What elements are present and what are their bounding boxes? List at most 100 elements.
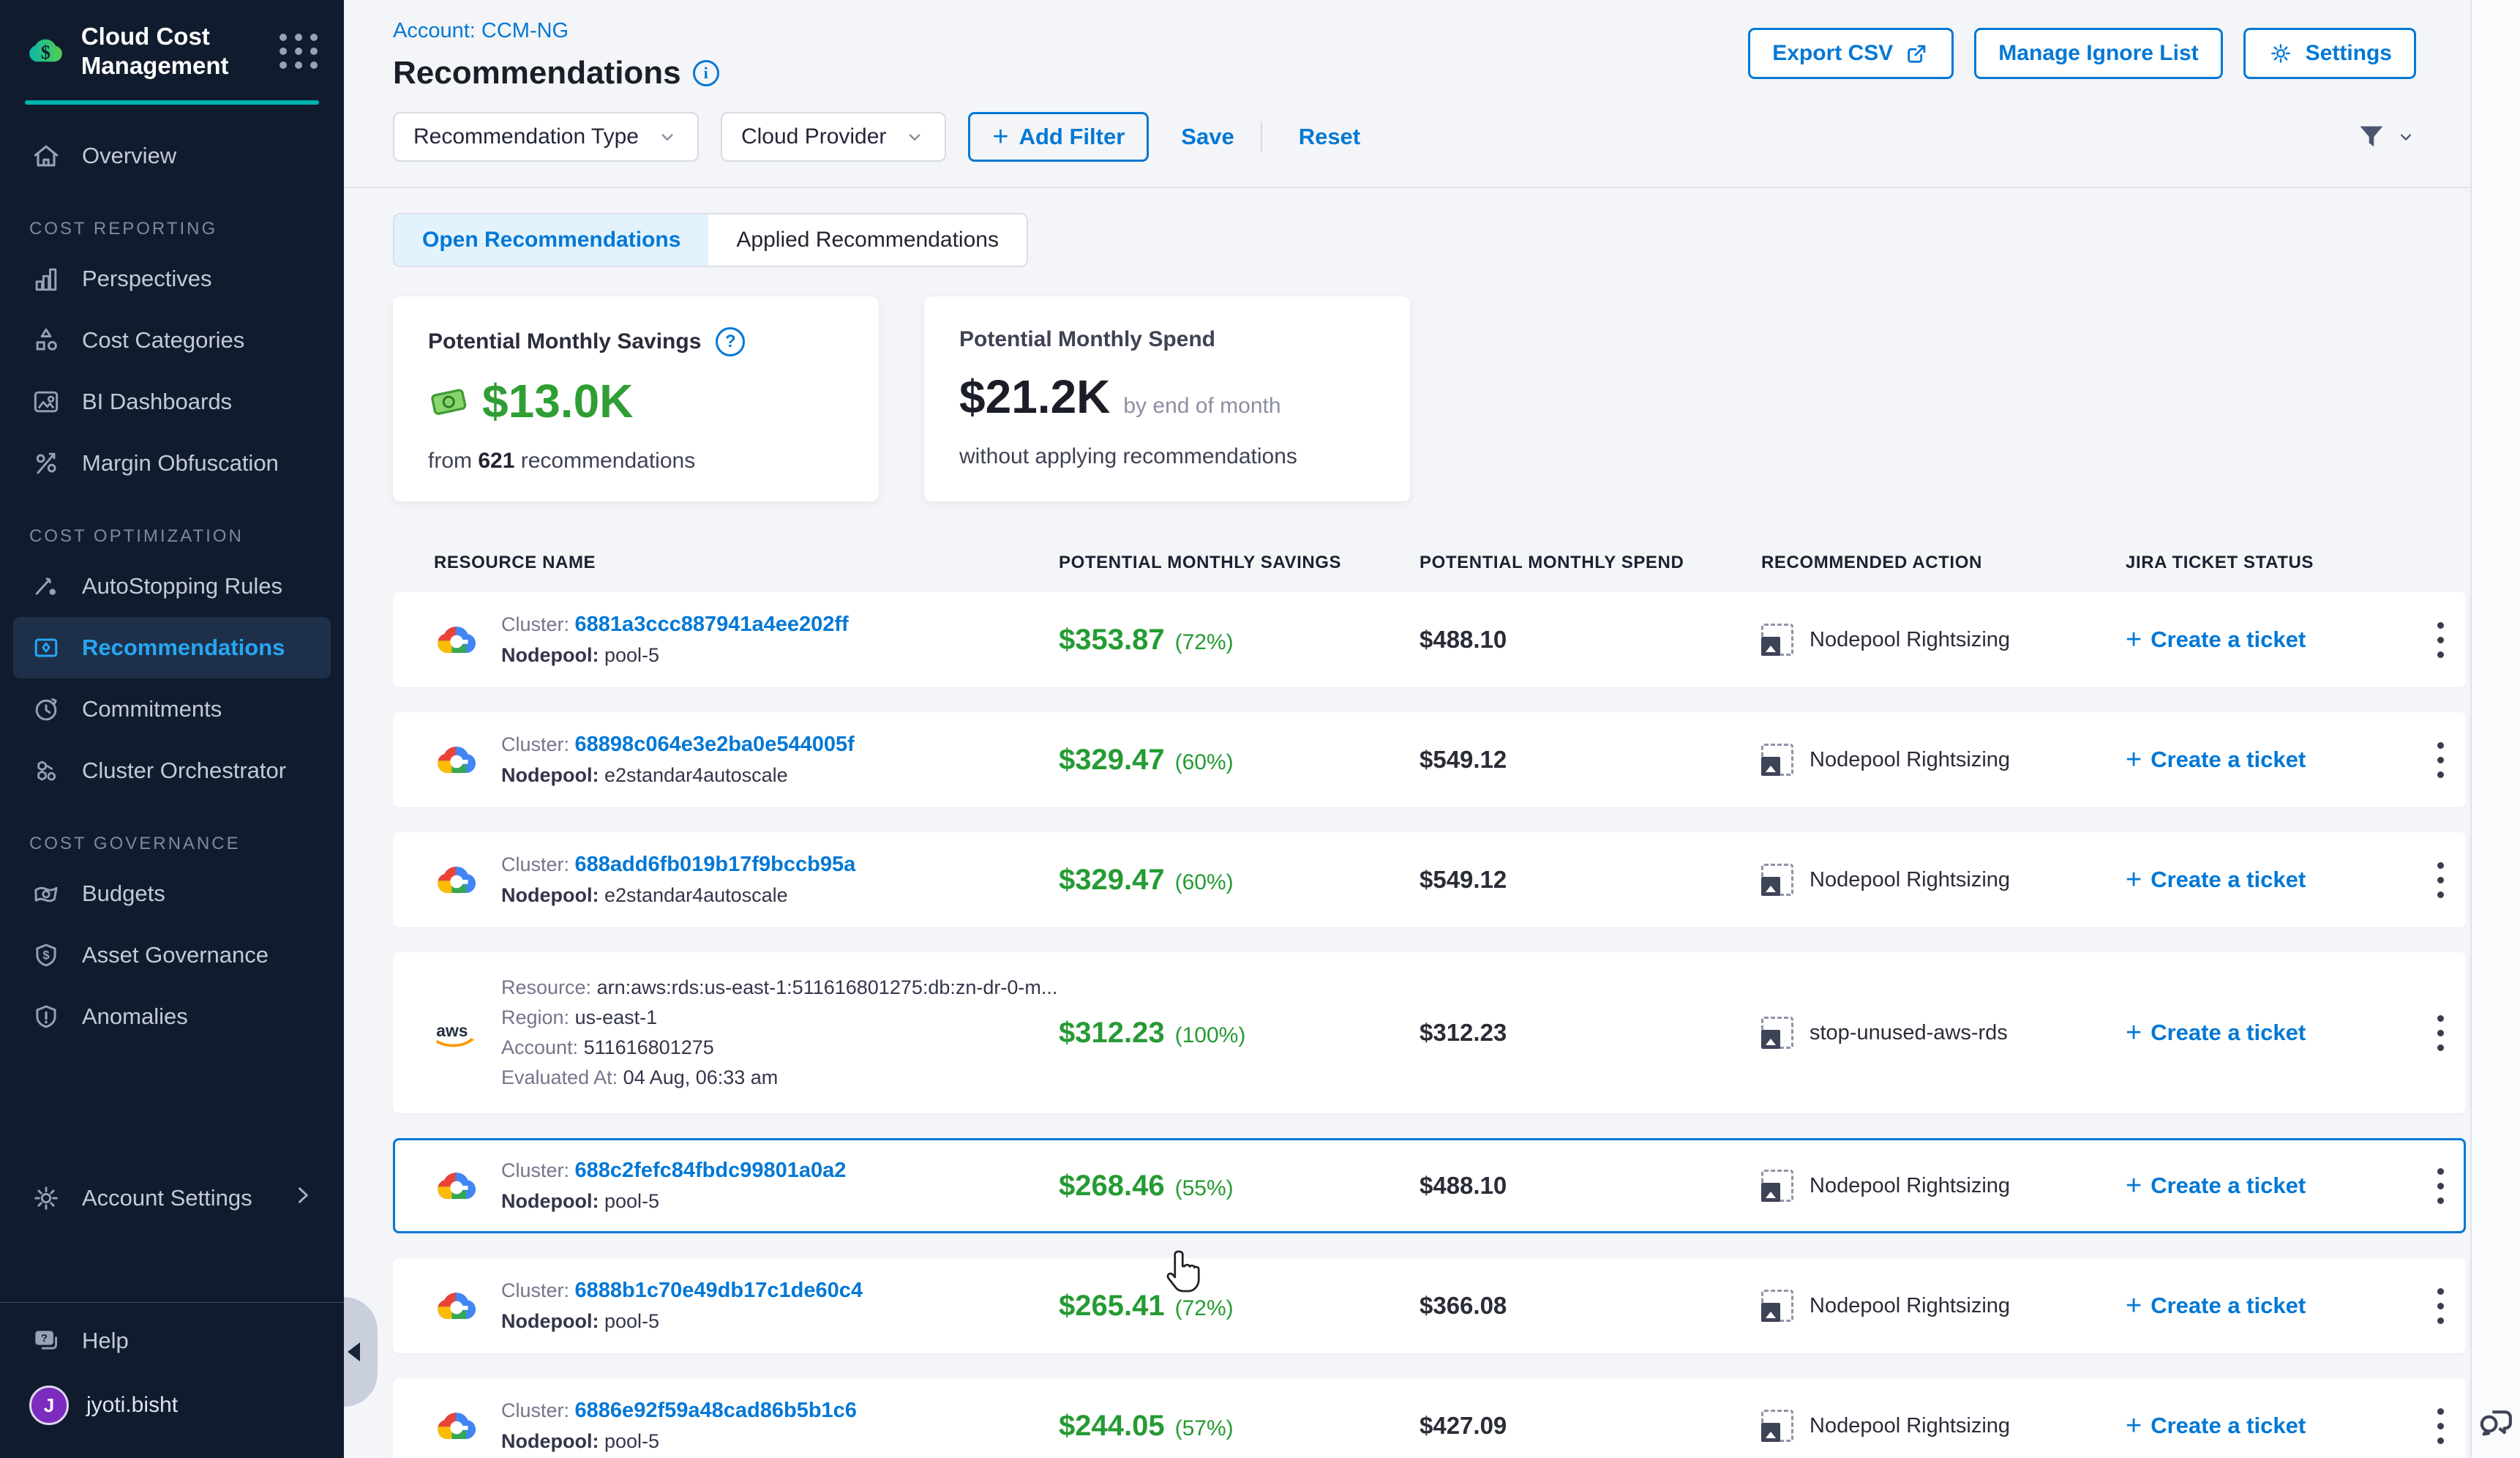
gcp-logo-icon: [434, 1403, 479, 1448]
row-menu-kebab-icon[interactable]: [2415, 862, 2466, 898]
info-icon[interactable]: i: [693, 60, 719, 86]
recommended-action: Nodepool Rightsizing: [1810, 868, 2010, 892]
sidebar-item-bi-dashboards[interactable]: BI Dashboards: [13, 371, 331, 433]
row-menu-kebab-icon[interactable]: [2415, 1408, 2466, 1444]
filter-bar: Recommendation Type Cloud Provider + Add…: [344, 112, 2470, 188]
recommendation-count: 621: [478, 449, 514, 473]
summary-cards: Potential Monthly Savings ? $13.0K from …: [393, 296, 2466, 501]
sidebar-bottom: Account Settings Help J jyoti.bisht: [0, 1167, 344, 1458]
user-menu[interactable]: J jyoti.bisht: [13, 1372, 331, 1439]
row-menu-kebab-icon[interactable]: [2415, 1015, 2466, 1051]
recommended-action: Nodepool Rightsizing: [1810, 1294, 2010, 1318]
sidebar-item-overview[interactable]: Overview: [13, 125, 331, 187]
gear-icon: [29, 1181, 63, 1215]
sidebar-item-asset-governance[interactable]: Asset Governance: [13, 924, 331, 986]
spend-value: $488.10: [1420, 1172, 1761, 1200]
nodepool-icon: [1761, 1170, 1793, 1202]
cluster-link[interactable]: 6888b1c70e49db17c1de60c4: [575, 1279, 863, 1302]
sidebar-item-recommendations[interactable]: Recommendations: [13, 617, 331, 678]
breadcrumb-account[interactable]: Account: CCM-NG: [393, 19, 719, 43]
add-filter-button[interactable]: + Add Filter: [968, 112, 1149, 162]
section-label-cost-optimization: COST OPTIMIZATION: [29, 526, 344, 547]
savings-value: $244.05: [1059, 1410, 1165, 1443]
reset-filter-link[interactable]: Reset: [1299, 124, 1360, 150]
table-row[interactable]: Cluster: 68898c064e3e2ba0e544005f Nodepo…: [393, 712, 2466, 807]
row-menu-kebab-icon[interactable]: [2415, 742, 2466, 778]
table-row[interactable]: Cluster: 688add6fb019b17f9bccb95a Nodepo…: [393, 832, 2466, 927]
sidebar-item-budgets[interactable]: Budgets: [13, 863, 331, 924]
clock-refresh-icon: [29, 692, 63, 726]
table-row[interactable]: Resource: arn:aws:rds:us-east-1:51161680…: [393, 952, 2466, 1113]
row-menu-kebab-icon[interactable]: [2415, 1168, 2466, 1204]
cluster-link[interactable]: 68898c064e3e2ba0e544005f: [575, 733, 855, 756]
gcp-logo-icon: [434, 1163, 479, 1208]
create-ticket-link[interactable]: +Create a ticket: [2126, 867, 2415, 893]
app-title: Cloud Cost Management: [81, 22, 263, 81]
sidebar-item-cost-categories[interactable]: Cost Categories: [13, 310, 331, 371]
save-filter-link[interactable]: Save: [1181, 124, 1234, 150]
cloud-cost-management-logo-icon: [26, 27, 65, 75]
recommendation-type-dropdown[interactable]: Recommendation Type: [393, 112, 699, 162]
sidebar-item-anomalies[interactable]: Anomalies: [13, 986, 331, 1047]
nodepool-icon: [1761, 1290, 1793, 1322]
sidebar-item-perspectives[interactable]: Perspectives: [13, 248, 331, 310]
funnel-icon: [2355, 120, 2388, 154]
table-row[interactable]: Cluster: 6886e92f59a48cad86b5b1c6 Nodepo…: [393, 1378, 2466, 1458]
gcp-logo-icon: [434, 617, 479, 662]
username: jyoti.bisht: [86, 1393, 178, 1418]
col-resource-name: RESOURCE NAME: [393, 553, 1059, 573]
potential-monthly-spend-card: Potential Monthly Spend $21.2K by end of…: [924, 296, 1410, 501]
cloud-provider-dropdown[interactable]: Cloud Provider: [721, 112, 946, 162]
create-ticket-link[interactable]: +Create a ticket: [2126, 1020, 2415, 1046]
sidebar-collapse-handle[interactable]: [344, 1297, 378, 1407]
create-ticket-link[interactable]: +Create a ticket: [2126, 1173, 2415, 1199]
filter-drawer-toggle[interactable]: [2355, 120, 2416, 154]
savings-value: $268.46: [1059, 1170, 1165, 1203]
create-ticket-link[interactable]: +Create a ticket: [2126, 1293, 2415, 1319]
app-switcher-grid-icon[interactable]: [280, 34, 319, 69]
question-icon[interactable]: ?: [716, 327, 745, 356]
table-row[interactable]: Cluster: 6888b1c70e49db17c1de60c4 Nodepo…: [393, 1258, 2466, 1353]
row-menu-kebab-icon[interactable]: [2415, 1288, 2466, 1324]
row-menu-kebab-icon[interactable]: [2415, 622, 2466, 658]
chevron-down-icon: [2396, 127, 2416, 147]
create-ticket-link[interactable]: +Create a ticket: [2126, 627, 2415, 653]
savings-percent: (60%): [1175, 870, 1234, 895]
create-ticket-link[interactable]: +Create a ticket: [2126, 1413, 2415, 1439]
nodepool-icon: [1761, 1410, 1793, 1442]
sidebar-item-margin-obfuscation[interactable]: Margin Obfuscation: [13, 433, 331, 494]
cluster-link[interactable]: 6881a3ccc887941a4ee202ff: [575, 613, 849, 636]
cluster-link[interactable]: 688c2fefc84fbdc99801a0a2: [575, 1159, 847, 1182]
page-title: Recommendations: [393, 55, 681, 91]
nodepool-icon: [1761, 624, 1793, 656]
collapse-arrow-icon: [348, 1342, 360, 1361]
sidebar-item-commitments[interactable]: Commitments: [13, 678, 331, 740]
manage-ignore-list-button[interactable]: Manage Ignore List: [1974, 28, 2222, 79]
external-link-icon: [1905, 41, 1930, 66]
aws-logo-icon: [434, 1015, 479, 1050]
col-jira-ticket-status: JIRA TICKET STATUS: [2126, 553, 2415, 573]
sidebar-item-cluster-orchestrator[interactable]: Cluster Orchestrator: [13, 740, 331, 801]
right-gutter: [2470, 0, 2520, 1458]
export-csv-button[interactable]: Export CSV: [1748, 28, 1954, 79]
cluster-link[interactable]: 688add6fb019b17f9bccb95a: [575, 853, 856, 876]
table-row[interactable]: Cluster: 6881a3ccc887941a4ee202ff Nodepo…: [393, 592, 2466, 687]
spend-value: $427.09: [1420, 1412, 1761, 1440]
tab-applied-recommendations[interactable]: Applied Recommendations: [708, 214, 1027, 266]
resource-center-chat-icon[interactable]: [2475, 1401, 2516, 1442]
cluster-link[interactable]: 6886e92f59a48cad86b5b1c6: [575, 1399, 857, 1422]
spend-amount: $21.2K: [959, 370, 1110, 424]
sidebar-item-autostopping-rules[interactable]: AutoStopping Rules: [13, 556, 331, 617]
sidebar-item-account-settings[interactable]: Account Settings: [13, 1167, 331, 1229]
sidebar-item-help[interactable]: Help: [13, 1310, 331, 1372]
recommendations-tabs: Open Recommendations Applied Recommendat…: [393, 213, 1028, 267]
tab-open-recommendations[interactable]: Open Recommendations: [394, 214, 708, 266]
savings-percent: (55%): [1175, 1176, 1234, 1201]
nodepool-icon: [1761, 864, 1793, 896]
savings-subtext: from 621 recommendations: [428, 449, 844, 474]
create-ticket-link[interactable]: +Create a ticket: [2126, 747, 2415, 773]
settings-button[interactable]: Settings: [2243, 28, 2416, 79]
cloud-cost-management-app: Cloud Cost Management Overview COST REPO…: [0, 0, 2520, 1458]
table-row-selected[interactable]: Cluster: 688c2fefc84fbdc99801a0a2 Nodepo…: [393, 1138, 2466, 1233]
page-header: Account: CCM-NG Recommendations i Export…: [344, 0, 2470, 91]
